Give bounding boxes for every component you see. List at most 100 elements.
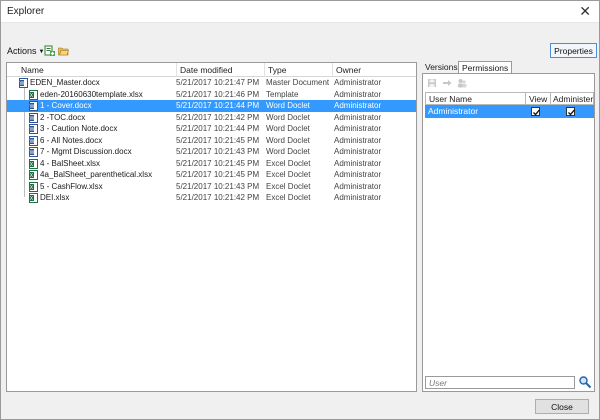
window-title: Explorer	[7, 6, 45, 17]
file-type: Excel Doclet	[266, 170, 311, 179]
close-window-icon[interactable]: ✕	[579, 3, 591, 19]
file-date: 5/21/2017 10:21:45 PM	[176, 135, 260, 145]
file-type: Word Doclet	[266, 147, 310, 156]
file-owner: Administrator	[334, 147, 382, 156]
list-item[interactable]: X 4 - BalSheet.xlsx 5/21/2017 10:21:45 P…	[7, 158, 416, 170]
list-item[interactable]: W 7 - Mgmt Discussion.docx 5/21/2017 10:…	[7, 146, 416, 158]
user-search-input[interactable]	[425, 376, 575, 389]
file-name: DEI.xlsx	[40, 193, 70, 202]
word-doc-icon: W	[29, 124, 38, 134]
file-name: 1 - Cover.docx	[40, 101, 92, 110]
excel-template-icon: X	[29, 89, 38, 100]
search-icon[interactable]	[578, 375, 592, 389]
view-checkbox[interactable]	[531, 107, 540, 116]
actions-label: Actions	[7, 46, 37, 56]
list-item[interactable]: X 4a_BalSheet_parenthetical.xlsx 5/21/20…	[7, 169, 416, 181]
file-type: Template	[266, 89, 299, 99]
svg-text:W: W	[30, 150, 35, 156]
file-type: Excel Doclet	[266, 181, 311, 191]
permission-user-name: Administrator	[428, 106, 479, 116]
list-item[interactable]: X DEI.xlsx 5/21/2017 10:21:42 PM Excel D…	[7, 192, 416, 204]
permissions-header: User Name View Administer	[425, 92, 594, 106]
add-document-icon[interactable]	[44, 45, 55, 56]
column-header-date[interactable]: Date modified	[180, 65, 232, 77]
file-date: 5/21/2017 10:21:44 PM	[176, 124, 260, 133]
close-button[interactable]: Close	[535, 399, 589, 414]
column-divider[interactable]	[176, 63, 177, 77]
file-owner: Administrator	[334, 170, 382, 179]
file-name: EDEN_Master.docx	[30, 78, 100, 87]
file-name: 4a_BalSheet_parenthetical.xlsx	[40, 170, 153, 179]
checkmark-icon	[568, 109, 575, 116]
excel-doc-icon: X	[29, 170, 38, 180]
file-owner: Administrator	[334, 193, 382, 202]
svg-text:W: W	[20, 81, 25, 87]
file-owner: Administrator	[334, 158, 382, 168]
file-date: 5/21/2017 10:21:45 PM	[176, 170, 260, 179]
list-item[interactable]: W EDEN_Master.docx 5/21/2017 10:21:47 PM…	[7, 77, 416, 89]
forward-icon[interactable]	[442, 78, 452, 88]
excel-doc-icon: X	[29, 193, 38, 203]
excel-doc-icon: X	[29, 158, 38, 169]
column-header-administer[interactable]: Administer	[553, 94, 593, 104]
file-owner: Administrator	[334, 78, 382, 87]
file-owner: Administrator	[334, 89, 382, 99]
permissions-panel: User Name View Administer Administrator	[422, 73, 595, 392]
svg-text:W: W	[30, 139, 35, 145]
file-date: 5/21/2017 10:21:42 PM	[176, 112, 260, 122]
file-type: Master Document	[266, 78, 330, 87]
file-owner: Administrator	[334, 124, 382, 133]
file-name: 3 - Caution Note.docx	[40, 124, 118, 133]
svg-text:W: W	[30, 116, 35, 122]
tab-permissions[interactable]: Permissions	[458, 61, 513, 73]
list-item[interactable]: X eden-20160630template.xlsx 5/21/2017 1…	[7, 89, 416, 101]
svg-text:W: W	[30, 127, 35, 133]
file-date: 5/21/2017 10:21:43 PM	[176, 181, 260, 191]
file-name: 4 - BalSheet.xlsx	[40, 158, 101, 168]
administer-checkbox[interactable]	[566, 107, 575, 116]
column-divider[interactable]	[264, 63, 265, 77]
column-divider[interactable]	[332, 63, 333, 77]
file-type: Word Doclet	[266, 135, 310, 145]
word-doc-icon: W	[29, 135, 38, 146]
excel-doc-icon: X	[29, 181, 38, 192]
permission-row[interactable]: Administrator	[425, 105, 594, 118]
column-header-name[interactable]: Name	[21, 65, 44, 77]
file-type: Excel Doclet	[266, 158, 311, 168]
word-doc-icon: W	[29, 147, 38, 157]
word-master-icon: W	[19, 78, 28, 88]
list-item[interactable]: W 3 - Caution Note.docx 5/21/2017 10:21:…	[7, 123, 416, 135]
actions-menu[interactable]: Actions ▼	[7, 46, 44, 56]
open-folder-icon[interactable]	[58, 45, 69, 56]
column-header-type[interactable]: Type	[268, 65, 286, 77]
explorer-window: Explorer ✕ Actions ▼ Properties Name Date…	[0, 0, 600, 420]
file-name: 2 -TOC.docx	[40, 112, 86, 122]
save-icon[interactable]	[427, 78, 437, 88]
tab-versions[interactable]: Versions	[422, 61, 461, 73]
column-header-owner[interactable]: Owner	[336, 65, 361, 77]
file-owner: Administrator	[334, 181, 382, 191]
column-header-view[interactable]: View	[529, 94, 547, 104]
list-item[interactable]: W 2 -TOC.docx 5/21/2017 10:21:42 PM Word…	[7, 112, 416, 124]
column-header-user-name[interactable]: User Name	[429, 94, 472, 104]
file-name: eden-20160630template.xlsx	[40, 89, 143, 99]
file-date: 5/21/2017 10:21:43 PM	[176, 147, 260, 156]
file-date: 5/21/2017 10:21:42 PM	[176, 193, 260, 202]
properties-button[interactable]: Properties	[550, 43, 597, 58]
file-name: 6 - All Notes.docx	[40, 135, 103, 145]
list-item[interactable]: W 6 - All Notes.docx 5/21/2017 10:21:45 …	[7, 135, 416, 147]
users-icon[interactable]	[457, 78, 467, 88]
list-item-selected[interactable]: W 1 - Cover.docx 5/21/2017 10:21:44 PM W…	[7, 100, 416, 112]
file-list[interactable]: Name Date modified Type Owner W EDEN_Mas…	[6, 62, 417, 392]
file-owner: Administrator	[334, 135, 382, 145]
svg-text:W: W	[30, 104, 35, 110]
list-item[interactable]: X 5 - CashFlow.xlsx 5/21/2017 10:21:43 P…	[7, 181, 416, 193]
file-name: 5 - CashFlow.xlsx	[40, 181, 103, 191]
toolbar: Actions ▼	[1, 41, 599, 61]
word-doc-icon: W	[29, 112, 38, 123]
file-date: 5/21/2017 10:21:45 PM	[176, 158, 260, 168]
file-list-header: Name Date modified Type Owner	[7, 63, 416, 77]
title-bar: Explorer ✕	[1, 1, 599, 23]
file-type: Word Doclet	[266, 124, 310, 133]
file-owner: Administrator	[334, 101, 382, 110]
